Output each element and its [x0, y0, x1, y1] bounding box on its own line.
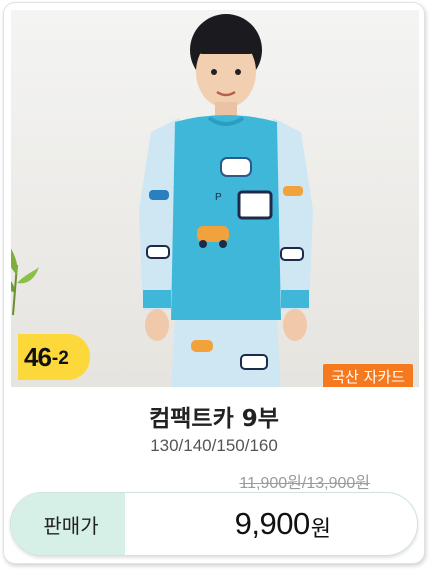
original-price: 11,900원/13,900원 — [239, 475, 370, 492]
product-name[interactable]: 컴팩트카 9부 — [4, 399, 424, 433]
product-sizes: 130/140/150/160 — [150, 436, 278, 455]
sale-price-amount: 9,900 — [234, 506, 311, 541]
plant-decoration — [11, 248, 39, 315]
sale-price: 9,900 원 — [235, 493, 331, 555]
product-card[interactable]: P 46 -2 국산 자카드 컴팩트카 9부 130/140/150/160 11… — [3, 2, 425, 564]
badge-suffix: -2 — [51, 347, 69, 369]
product-photo[interactable]: P 46 -2 국산 자카드 — [11, 10, 419, 387]
price-bar: 판매가 9,900 원 — [10, 492, 418, 556]
model-illustration: P — [139, 14, 313, 387]
feature-tag: 국산 자카드 — [323, 364, 413, 387]
sale-price-unit: 원 — [310, 517, 331, 542]
badge-number: 46 — [24, 341, 52, 372]
sale-price-label: 판매가 — [11, 493, 125, 555]
product-number-badge: 46 -2 — [18, 334, 90, 380]
svg-text:P: P — [215, 192, 222, 203]
